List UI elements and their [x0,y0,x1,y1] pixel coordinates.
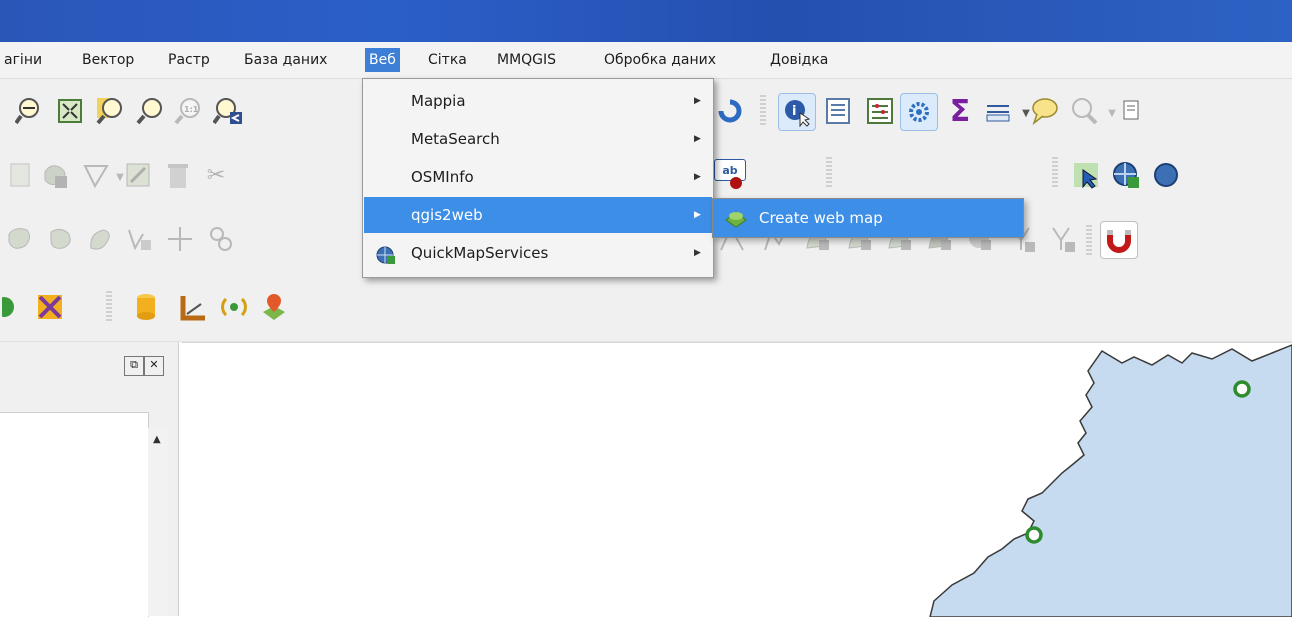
zoom-native-icon[interactable]: 1:1 [172,95,204,127]
statistics-panel-icon[interactable] [864,95,896,127]
label-pin-icon[interactable]: ab [714,159,746,191]
float-panel-icon[interactable]: ⧉ [124,356,144,376]
menu-processing[interactable]: Обробка даних [600,48,720,72]
menu-item-osminfo[interactable]: OSMInfo ▶ [364,159,712,195]
menu-vector[interactable]: Вектор [78,48,138,72]
toolbar-separator [1086,225,1092,255]
menu-item-metasearch[interactable]: MetaSearch ▶ [364,121,712,157]
zoom-full-icon[interactable] [54,95,86,127]
zoom-out-icon[interactable] [14,95,46,127]
processing-toolbox-icon[interactable] [900,93,938,131]
submenu-arrow-icon: ▶ [694,96,701,106]
trim-extend-icon[interactable] [1046,223,1078,255]
web-menu-dropdown: Mappia ▶ MetaSearch ▶ OSMInfo ▶ qgis2web… [362,78,714,278]
location-pin-icon[interactable] [258,291,290,323]
submenu-arrow-icon: ▶ [694,248,701,258]
add-wms-layer-icon[interactable] [1110,159,1142,191]
layer-tree [0,412,149,617]
map-tips-icon[interactable] [1028,95,1060,127]
globe-icon[interactable] [1150,159,1182,191]
identify-features-icon[interactable]: i [778,93,816,131]
text-annotation-icon[interactable] [1118,95,1142,127]
menu-plugins[interactable]: агіни [0,48,46,72]
menu-item-label: MetaSearch [411,130,500,148]
edit-pencil-icon[interactable] [4,159,36,191]
map-features [929,344,1292,617]
offset-curve-icon[interactable] [124,223,156,255]
layers-panel: ⧉ ✕ ▲ [0,342,179,617]
menu-item-label: qgis2web [411,206,483,224]
window-titlebar [0,0,1292,42]
menu-item-qgis2web[interactable]: qgis2web ▶ [364,197,712,233]
database-icon[interactable] [130,291,162,323]
split-features-icon[interactable] [4,223,36,255]
gps-tracking-icon[interactable] [218,291,250,323]
menubar: агіни Вектор Растр База даних Веб Сітка … [0,42,1292,79]
zoom-last-icon[interactable] [212,95,244,127]
move-feature-icon[interactable] [164,223,196,255]
close-panel-icon[interactable]: ✕ [144,356,164,376]
plugin-icon[interactable] [2,291,16,323]
toolbar-separator [106,291,112,321]
delete-selected-icon[interactable] [162,159,194,191]
geometry-tools-icon[interactable] [178,291,210,323]
plugins-toolbar [0,273,1292,342]
menu-help[interactable]: Довідка [766,48,832,72]
submenu-arrow-icon: ▶ [694,172,701,182]
create-web-map-item[interactable]: Create web map [759,199,883,237]
zoom-to-layer-icon[interactable] [134,95,166,127]
select-features-icon[interactable] [1070,159,1102,191]
cut-features-icon[interactable]: ✂ [200,159,232,191]
toolbar-separator [826,157,832,187]
qgis2web-submenu: Create web map [712,198,1024,238]
sum-icon[interactable]: Σ [944,94,976,129]
menu-raster[interactable]: Растр [164,48,214,72]
attribute-table-icon[interactable] [822,95,854,127]
submenu-arrow-icon: ▶ [694,210,701,220]
refresh-icon[interactable] [714,95,746,127]
menu-item-quickmapservices[interactable]: QuickMapServices ▶ [364,235,712,271]
svg-text:i: i [792,104,796,119]
zoom-to-selection-icon[interactable] [94,95,126,127]
svg-text:1:1: 1:1 [184,105,199,114]
toolbar-separator [1052,157,1058,187]
rotate-feature-icon[interactable] [204,223,236,255]
snapping-magnet-icon[interactable] [1100,221,1138,259]
menu-web[interactable]: Веб [365,48,400,72]
toolbar-separator [760,95,766,125]
simplify-icon[interactable] [44,223,76,255]
menu-mmqgis[interactable]: MMQGIS [493,48,560,72]
menu-database[interactable]: База даних [240,48,331,72]
menu-item-label: Mappia [411,92,466,110]
submenu-arrow-icon: ▶ [694,134,701,144]
menu-mesh[interactable]: Сітка [424,48,471,72]
vertical-scrollbar[interactable]: ▲ [148,428,168,616]
reshape-icon[interactable] [84,223,116,255]
save-layer-edits-icon[interactable] [40,159,72,191]
menu-item-label: OSMInfo [411,168,474,186]
qgis2web-icon [725,208,747,232]
scroll-up-icon[interactable]: ▲ [153,434,161,445]
map-canvas[interactable] [182,342,1292,617]
vertex-tool-icon[interactable] [122,159,154,191]
raster-calculator-icon[interactable] [34,291,66,323]
menu-item-mappia[interactable]: Mappia ▶ [364,83,712,119]
globe-icon [376,243,396,279]
menu-item-label: QuickMapServices [411,244,549,262]
